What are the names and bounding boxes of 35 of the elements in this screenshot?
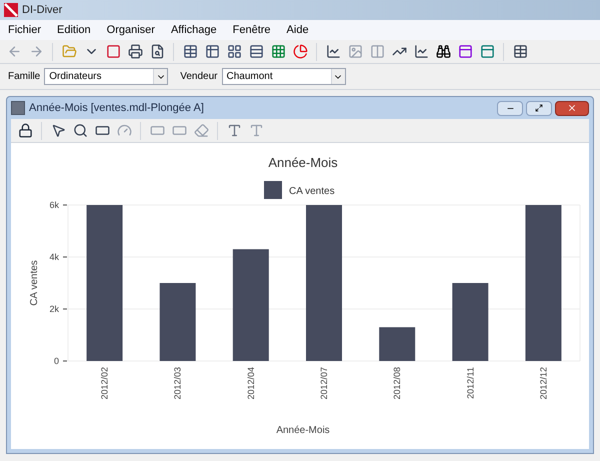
x-tick-label: 2012/02 [100,367,110,400]
menu-item[interactable]: Edition [57,22,91,38]
y-axis-title: CA ventes [29,260,40,306]
x-tick-label: 2012/04 [246,367,256,400]
filter-label: Famille [8,70,40,84]
legend-label: CA ventes [289,186,335,197]
chart-title: Année-Mois [268,155,338,170]
menu-item[interactable]: Fichier [8,22,42,38]
maximize-icon [535,104,543,112]
menu-item[interactable]: Aide [286,22,309,38]
dropdown-field[interactable]: Chaumont [222,68,346,85]
menu-item[interactable]: Organiser [106,22,155,38]
caret-icon [330,69,344,84]
window-title: DI-Diver [22,2,62,18]
y-tick-label: 2k [49,304,59,314]
menu-item[interactable]: Fenêtre [232,22,271,38]
close-button[interactable] [555,100,589,116]
y-tick-label: 4k [49,252,59,262]
x-axis-title: Année-Mois [276,425,330,436]
x-tick-label: 2012/08 [392,367,402,400]
dropdown-field[interactable]: Ordinateurs [44,68,168,85]
child-window-title: Année-Mois [ventes.mdl-Plongée A] [29,100,204,116]
filter-label: Vendeur [180,70,218,84]
y-tick-label: 6k [49,200,59,210]
bar [379,327,416,361]
y-tick-label: 0 [54,356,59,366]
x-tick-label: 2012/03 [172,367,183,400]
close-icon [567,103,577,113]
x-tick-label: 2012/12 [538,367,548,400]
maximize-button[interactable] [526,100,552,116]
app-logo-icon [4,3,18,17]
menu-item[interactable]: Affichage [170,22,217,38]
x-tick-label: 2012/11 [465,367,476,399]
x-tick-label: 2012/07 [319,367,329,400]
caret-icon [153,69,168,84]
